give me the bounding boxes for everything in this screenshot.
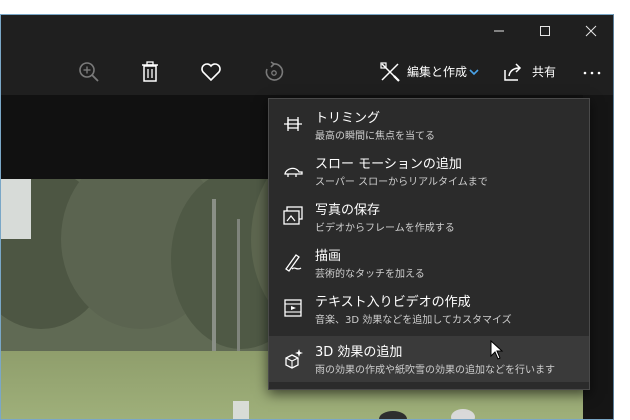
maximize-button[interactable] [522, 15, 568, 47]
edit-create-label[interactable]: 編集と作成 [407, 63, 467, 80]
close-button[interactable] [568, 15, 613, 47]
edit-create-dropdown[interactable] [467, 59, 481, 85]
menu-item-save-photo[interactable]: 写真の保存 ビデオからフレームを作成する [269, 194, 589, 240]
share-button[interactable] [500, 59, 526, 85]
mouse-cursor-icon [490, 340, 504, 360]
favorite-heart-icon [201, 63, 221, 82]
rotate-icon [265, 61, 284, 81]
menu-item-3d-effects[interactable]: 3D 効果の追加 雨の効果の作成や紙吹雪の効果の追加などを行います [269, 336, 589, 382]
close-icon [585, 25, 597, 37]
menu-item-subtitle: 最高の瞬間に焦点を当てる [315, 131, 435, 142]
menu-item-slow-motion[interactable]: スロー モーションの追加 スーパー スローからリアルタイムまで [269, 148, 589, 194]
menu-item-trim[interactable]: トリミング 最高の瞬間に焦点を当てる [269, 102, 589, 148]
menu-item-subtitle: スーパー スローからリアルタイムまで [315, 177, 488, 188]
menu-item-title: トリミング [315, 111, 381, 126]
share-label[interactable]: 共有 [532, 63, 556, 80]
menu-item-subtitle: 雨の効果の作成や紙吹雪の効果の追加などを行います [315, 365, 555, 376]
edit-create-menu: トリミング 最高の瞬間に焦点を当てる スロー モーションの追加 スーパー スロー… [268, 98, 590, 390]
menu-item-text-video[interactable]: テキスト入りビデオの作成 音楽、3D 効果などを追加してカスタマイズ [269, 286, 589, 332]
edit-create-icon [380, 62, 400, 82]
more-icon [583, 71, 601, 75]
chevron-down-icon [469, 69, 479, 76]
menu-item-title: スロー モーションの追加 [315, 157, 462, 172]
menu-item-subtitle: 芸術的なタッチを加える [315, 269, 425, 280]
menu-item-title: 描画 [315, 249, 342, 264]
draw-icon [281, 250, 305, 274]
menu-item-subtitle: ビデオからフレームを作成する [315, 223, 455, 234]
menu-item-subtitle: 音楽、3D 効果などを追加してカスタマイズ [315, 315, 512, 326]
favorite-button[interactable] [198, 59, 224, 85]
menu-item-title: テキスト入りビデオの作成 [315, 295, 471, 310]
zoom-in-icon [79, 62, 99, 82]
toolbar: 編集と作成 共有 [1, 47, 613, 95]
save-photo-icon [281, 204, 305, 228]
menu-item-draw[interactable]: 描画 芸術的なタッチを加える [269, 240, 589, 286]
delete-icon [142, 61, 158, 82]
rotate-button[interactable] [261, 59, 287, 85]
text-video-icon [281, 296, 305, 320]
maximize-icon [540, 26, 550, 36]
minimize-icon [494, 30, 504, 32]
zoom-in-button[interactable] [76, 59, 102, 85]
trim-icon [281, 112, 305, 136]
title-bar [1, 15, 613, 47]
3d-effects-icon [281, 346, 305, 370]
slow-motion-icon [281, 158, 305, 182]
minimize-button[interactable] [476, 15, 522, 47]
menu-item-title: 3D 効果の追加 [315, 345, 403, 360]
edit-create-button[interactable] [377, 59, 403, 85]
more-button[interactable] [579, 59, 605, 85]
menu-item-title: 写真の保存 [315, 203, 381, 218]
share-icon [504, 63, 522, 81]
delete-button[interactable] [137, 59, 163, 85]
